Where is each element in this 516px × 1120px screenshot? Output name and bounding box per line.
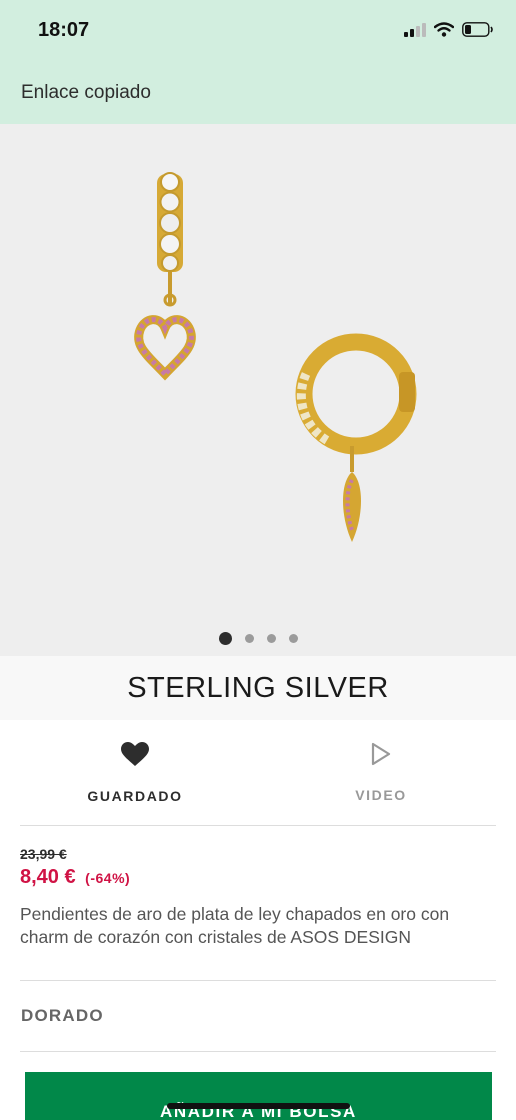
original-price: 23,99 € bbox=[20, 846, 67, 862]
gallery-pagination bbox=[0, 632, 516, 645]
price-section: 23,99 € 8,40 € (-64%) Pendientes de aro … bbox=[20, 846, 496, 949]
product-colour: DORADO bbox=[21, 1006, 104, 1025]
product-image-gallery[interactable] bbox=[0, 124, 516, 656]
pagination-dot-1[interactable] bbox=[218, 632, 232, 645]
toast-message: Enlace copiado bbox=[21, 82, 151, 103]
sale-price-row: 8,40 € (-64%) bbox=[20, 866, 496, 889]
status-time: 18:07 bbox=[38, 19, 90, 41]
signal-icon bbox=[404, 22, 426, 37]
discount-badge: (-64%) bbox=[85, 870, 131, 886]
saved-button[interactable]: GUARDADO bbox=[20, 742, 250, 804]
heart-icon bbox=[121, 742, 149, 766]
brand-banner[interactable]: STERLING SILVER bbox=[0, 656, 516, 720]
product-description: Pendientes de aro de plata de ley chapad… bbox=[20, 904, 450, 947]
divider bbox=[20, 980, 496, 981]
play-icon bbox=[371, 742, 391, 766]
home-indicator bbox=[167, 1103, 350, 1109]
battery-icon bbox=[462, 22, 493, 37]
pagination-dot-4[interactable] bbox=[288, 634, 298, 643]
link-copied-toast: Enlace copiado bbox=[0, 62, 516, 124]
add-to-bag-button[interactable]: AÑADIR A MI BOLSA bbox=[25, 1072, 492, 1120]
pagination-dot-2[interactable] bbox=[244, 634, 254, 643]
video-button[interactable]: VIDEO bbox=[266, 742, 496, 803]
status-icons bbox=[404, 22, 494, 37]
video-label: VIDEO bbox=[355, 787, 407, 803]
wifi-icon bbox=[434, 22, 454, 37]
brand-name: STERLING SILVER bbox=[127, 671, 389, 704]
status-bar: 18:07 bbox=[0, 0, 516, 62]
saved-label: GUARDADO bbox=[87, 788, 183, 804]
product-photo bbox=[134, 172, 417, 542]
divider bbox=[20, 1051, 496, 1052]
sale-price: 8,40 € bbox=[20, 866, 76, 888]
product-actions: GUARDADO VIDEO bbox=[20, 720, 496, 826]
pagination-dot-3[interactable] bbox=[266, 634, 276, 643]
